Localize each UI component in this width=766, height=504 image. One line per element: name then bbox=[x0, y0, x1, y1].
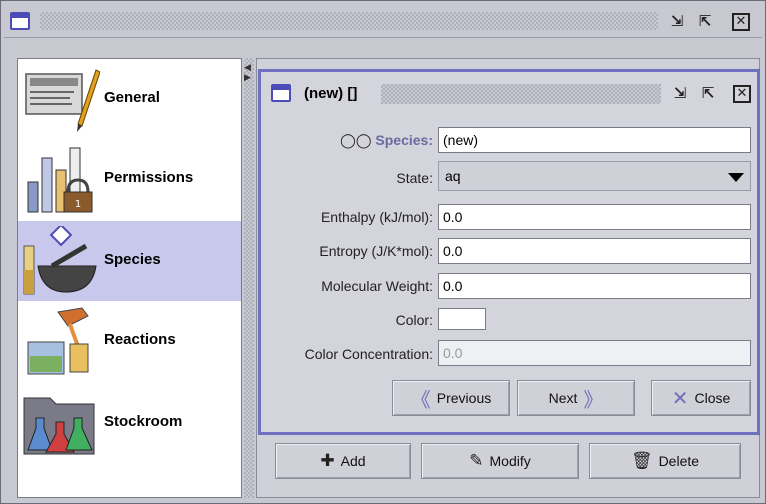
window-title-bar[interactable]: ⇲ ⇱ ✕ bbox=[4, 4, 762, 38]
close-x-icon: ✕ bbox=[671, 386, 689, 410]
pencil-icon: ✎ bbox=[469, 451, 484, 471]
species-icon: ◯◯ bbox=[340, 133, 372, 149]
modify-button[interactable]: ✎ Modify bbox=[421, 443, 579, 479]
window-icon bbox=[10, 12, 30, 30]
dialog-title: (new) [] bbox=[304, 85, 358, 102]
maximize-icon[interactable]: ⇱ bbox=[696, 13, 714, 31]
color-concentration-label: Color Concentration: bbox=[304, 346, 433, 362]
previous-button-label: Previous bbox=[436, 390, 492, 406]
molecular-weight-label: Molecular Weight: bbox=[321, 278, 433, 294]
entropy-field[interactable] bbox=[438, 238, 751, 264]
next-button-label: Next bbox=[548, 390, 578, 406]
title-bar-grip bbox=[40, 12, 658, 30]
sidebar-item-label: Species bbox=[104, 251, 161, 268]
reactions-icon bbox=[27, 307, 89, 375]
entropy-label: Entropy (J/K*mol): bbox=[319, 243, 433, 259]
close-button[interactable]: ✕ Close bbox=[651, 380, 751, 416]
maximize-icon[interactable]: ⇱ bbox=[699, 85, 717, 103]
dialog-title-bar[interactable]: (new) [] ⇲ ⇱ ✕ bbox=[261, 72, 757, 120]
close-button-label: Close bbox=[694, 390, 731, 406]
sidebar-item-label: Reactions bbox=[104, 331, 176, 348]
sidebar-item-label: Stockroom bbox=[104, 413, 183, 430]
double-chevron-right-icon: 》 bbox=[583, 387, 604, 412]
close-icon[interactable]: ✕ bbox=[732, 13, 750, 31]
sidebar: General 1 Permissions Species Reactions … bbox=[17, 58, 242, 498]
general-icon bbox=[25, 69, 100, 132]
sidebar-item-species[interactable]: Species bbox=[18, 221, 241, 301]
molecular-weight-field[interactable] bbox=[438, 273, 751, 299]
stockroom-icon bbox=[23, 397, 95, 455]
delete-button-label: Delete bbox=[658, 453, 700, 469]
enthalpy-field[interactable] bbox=[438, 204, 751, 230]
close-icon[interactable]: ✕ bbox=[733, 85, 751, 103]
sidebar-item-permissions[interactable]: 1 Permissions bbox=[18, 139, 241, 219]
minimize-icon[interactable]: ⇲ bbox=[668, 13, 686, 31]
species-dialog: (new) [] ⇲ ⇱ ✕ ◯◯ Species: State: aq Ent… bbox=[258, 69, 760, 435]
add-button[interactable]: ✚ Add bbox=[275, 443, 411, 479]
modify-button-label: Modify bbox=[489, 453, 531, 469]
plus-icon: ✚ bbox=[320, 451, 335, 471]
state-select[interactable]: aq bbox=[438, 161, 751, 191]
color-concentration-field bbox=[438, 340, 751, 366]
species-name-field[interactable] bbox=[438, 127, 751, 153]
sidebar-item-reactions[interactable]: Reactions bbox=[18, 301, 241, 381]
svg-text:1: 1 bbox=[75, 199, 81, 210]
splitter[interactable] bbox=[244, 58, 254, 498]
splitter-arrows-icon[interactable]: ◀ ▶ bbox=[244, 62, 251, 82]
next-button[interactable]: Next 》 bbox=[517, 380, 635, 416]
enthalpy-label: Enthalpy (kJ/mol): bbox=[320, 209, 433, 225]
sidebar-item-stockroom[interactable]: Stockroom bbox=[18, 383, 241, 463]
trash-icon: 🗑 bbox=[630, 451, 653, 471]
previous-button[interactable]: 《 Previous bbox=[392, 380, 510, 416]
dialog-window-icon bbox=[271, 84, 291, 102]
sidebar-item-label: General bbox=[104, 89, 160, 106]
add-button-label: Add bbox=[340, 453, 366, 469]
double-chevron-left-icon: 《 bbox=[410, 387, 431, 412]
species-label: ◯◯ Species: bbox=[340, 132, 433, 149]
chevron-down-icon bbox=[728, 173, 744, 182]
species-icon bbox=[23, 226, 97, 295]
sidebar-item-general[interactable]: General bbox=[18, 59, 241, 139]
state-label: State: bbox=[396, 170, 433, 186]
state-select-value: aq bbox=[445, 168, 461, 184]
delete-button[interactable]: 🗑 Delete bbox=[589, 443, 741, 479]
minimize-icon[interactable]: ⇲ bbox=[671, 85, 689, 103]
permissions-icon: 1 bbox=[27, 147, 93, 213]
sidebar-item-label: Permissions bbox=[104, 169, 194, 186]
color-label: Color: bbox=[395, 312, 433, 328]
dialog-title-grip bbox=[381, 84, 661, 104]
color-swatch[interactable] bbox=[438, 308, 486, 330]
